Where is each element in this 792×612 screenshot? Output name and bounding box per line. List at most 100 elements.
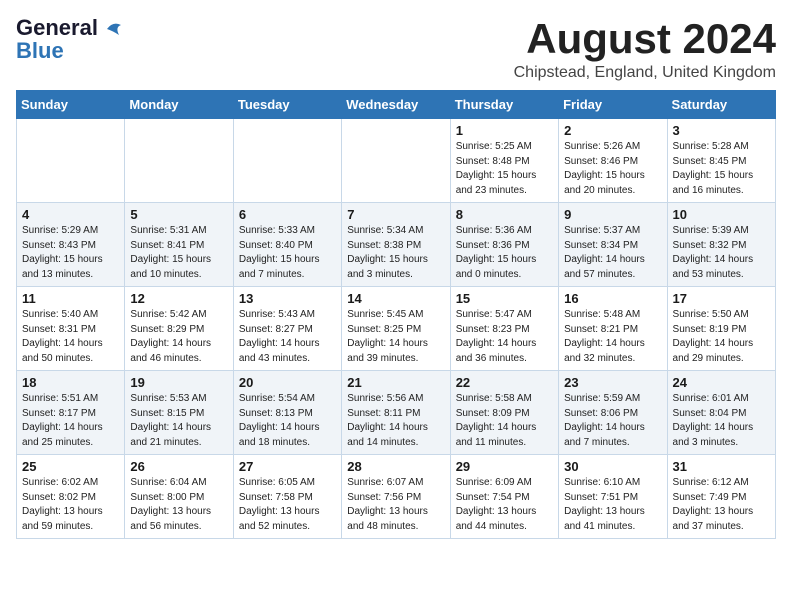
header-friday: Friday <box>559 91 667 119</box>
cell-line: Daylight: 13 hours <box>347 506 428 517</box>
logo-bird-icon <box>105 21 123 37</box>
cell-line: Sunrise: 5:43 AM <box>239 309 315 320</box>
cell-line: Sunset: 8:09 PM <box>456 408 530 419</box>
cell-line: Daylight: 14 hours <box>456 422 537 433</box>
cell-line: and 39 minutes. <box>347 353 418 364</box>
cell-line: Sunrise: 6:04 AM <box>130 477 206 488</box>
cell-content: Sunrise: 5:37 AMSunset: 8:34 PMDaylight:… <box>564 224 661 282</box>
cell-line: Sunset: 8:43 PM <box>22 240 96 251</box>
cell-line: and 3 minutes. <box>673 437 739 448</box>
cell-line: Sunrise: 5:34 AM <box>347 225 423 236</box>
header-saturday: Saturday <box>667 91 775 119</box>
calendar-cell <box>17 119 125 203</box>
day-number: 25 <box>22 459 119 474</box>
calendar-cell: 22 Sunrise: 5:58 AM Sunset: 8:09 PM Dayligh… <box>450 371 558 455</box>
cell-line: Sunrise: 5:39 AM <box>673 225 749 236</box>
calendar-cell: 14 Sunrise: 5:45 AMSunset: 8:25 PMDayligh… <box>342 287 450 371</box>
day-number: 27 <box>239 459 336 474</box>
cell-line: Daylight: 15 hours <box>130 254 211 265</box>
calendar-cell: 31Sunrise: 6:12 AMSunset: 7:49 PMDayligh… <box>667 455 775 539</box>
calendar-cell: 9 Sunrise: 5:37 AMSunset: 8:34 PMDaylight… <box>559 203 667 287</box>
day-number: 10 <box>673 207 770 222</box>
calendar-cell: 13 Sunrise: 5:43 AM Sunset: 8:27 PM Dayligh… <box>233 287 341 371</box>
cell-line: and 10 minutes. <box>130 269 201 280</box>
calendar-header: SundayMondayTuesdayWednesdayThursdayFrid… <box>17 91 776 119</box>
day-number: 1 <box>456 123 553 138</box>
cell-content: Sunrise: 5:50 AMSunset: 8:19 PMDaylight:… <box>673 308 770 366</box>
cell-line: Sunset: 7:56 PM <box>347 492 421 503</box>
cell-line: Daylight: 13 hours <box>22 506 103 517</box>
week-row-3: 11Sunrise: 5:40 AMSunset: 8:31 PMDayligh… <box>17 287 776 371</box>
cell-line: and 14 minutes. <box>347 437 418 448</box>
cell-line: Daylight: 14 hours <box>239 338 320 349</box>
cell-content: Sunrise: 6:07 AM Sunset: 7:56 PM Daylight:… <box>347 476 444 534</box>
cell-line: Sunset: 8:36 PM <box>456 240 530 251</box>
cell-content: Sunrise: 5:45 AMSunset: 8:25 PMDaylight:… <box>347 308 444 366</box>
calendar-cell <box>233 119 341 203</box>
calendar-cell: 2Sunrise: 5:26 AMSunset: 8:46 PMDaylight… <box>559 119 667 203</box>
cell-line: Sunrise: 5:51 AM <box>22 393 98 404</box>
calendar-cell: 25Sunrise: 6:02 AMSunset: 8:02 PMDayligh… <box>17 455 125 539</box>
day-number: 14 <box>347 291 444 306</box>
header-monday: Monday <box>125 91 233 119</box>
day-number: 29 <box>456 459 553 474</box>
cell-line: Sunset: 8:34 PM <box>564 240 638 251</box>
cell-line: Daylight: 15 hours <box>456 254 537 265</box>
cell-line: Sunset: 8:31 PM <box>22 324 96 335</box>
day-number: 22 <box>456 375 553 390</box>
cell-line: Sunrise: 5:33 AM <box>239 225 315 236</box>
day-number: 31 <box>673 459 770 474</box>
cell-line: Sunrise: 6:12 AM <box>673 477 749 488</box>
cell-line: and 46 minutes. <box>130 353 201 364</box>
day-number: 9 <box>564 207 661 222</box>
cell-content: Sunrise: 5:39 AMSunset: 8:32 PMDaylight:… <box>673 224 770 282</box>
day-number: 28 <box>347 459 444 474</box>
cell-line: and 56 minutes. <box>130 521 201 532</box>
week-row-2: 4Sunrise: 5:29 AMSunset: 8:43 PMDaylight… <box>17 203 776 287</box>
cell-line: Daylight: 14 hours <box>564 422 645 433</box>
cell-line: Sunrise: 5:31 AM <box>130 225 206 236</box>
cell-line: and 13 minutes. <box>22 269 93 280</box>
calendar-cell: 17Sunrise: 5:50 AMSunset: 8:19 PMDayligh… <box>667 287 775 371</box>
cell-line: Daylight: 14 hours <box>673 254 754 265</box>
cell-line: Sunset: 8:21 PM <box>564 324 638 335</box>
calendar-cell: 4Sunrise: 5:29 AMSunset: 8:43 PMDaylight… <box>17 203 125 287</box>
cell-content: Sunrise: 5:59 AMSunset: 8:06 PMDaylight:… <box>564 392 661 450</box>
cell-line: Sunrise: 5:58 AM <box>456 393 532 404</box>
cell-line: Daylight: 14 hours <box>564 254 645 265</box>
cell-content: Sunrise: 5:58 AM Sunset: 8:09 PM Daylight:… <box>456 392 553 450</box>
calendar-cell: 3Sunrise: 5:28 AMSunset: 8:45 PMDaylight… <box>667 119 775 203</box>
cell-line: Daylight: 13 hours <box>130 506 211 517</box>
cell-line: and 48 minutes. <box>347 521 418 532</box>
calendar-cell: 15Sunrise: 5:47 AMSunset: 8:23 PMDayligh… <box>450 287 558 371</box>
cell-line: and 16 minutes. <box>673 185 744 196</box>
day-number: 13 <box>239 291 336 306</box>
calendar-cell <box>342 119 450 203</box>
cell-line: Sunset: 7:51 PM <box>564 492 638 503</box>
cell-line: Daylight: 13 hours <box>564 506 645 517</box>
cell-line: Daylight: 14 hours <box>456 338 537 349</box>
cell-content: Sunrise: 5:53 AMSunset: 8:15 PMDaylight:… <box>130 392 227 450</box>
cell-line: Sunrise: 5:40 AM <box>22 309 98 320</box>
cell-line: and 23 minutes. <box>456 185 527 196</box>
day-number: 6 <box>239 207 336 222</box>
cell-line: and 20 minutes. <box>564 185 635 196</box>
cell-line: Sunset: 7:54 PM <box>456 492 530 503</box>
header-tuesday: Tuesday <box>233 91 341 119</box>
calendar-cell: 26Sunrise: 6:04 AMSunset: 8:00 PMDayligh… <box>125 455 233 539</box>
cell-line: Daylight: 14 hours <box>22 338 103 349</box>
day-number: 8 <box>456 207 553 222</box>
page-header: General Blue August 2024 Chipstead, Engl… <box>16 16 776 82</box>
day-number: 24 <box>673 375 770 390</box>
cell-content: Sunrise: 5:36 AMSunset: 8:36 PMDaylight:… <box>456 224 553 282</box>
cell-line: and 18 minutes. <box>239 437 310 448</box>
day-number: 30 <box>564 459 661 474</box>
cell-content: Sunrise: 5:43 AM Sunset: 8:27 PM Daylight:… <box>239 308 336 366</box>
cell-line: Sunrise: 6:07 AM <box>347 477 423 488</box>
cell-line: Sunset: 8:27 PM <box>239 324 313 335</box>
day-number: 16 <box>564 291 661 306</box>
cell-line: Daylight: 14 hours <box>239 422 320 433</box>
cell-line: Daylight: 14 hours <box>347 338 428 349</box>
cell-line: Sunrise: 5:26 AM <box>564 141 640 152</box>
cell-line: Sunset: 8:29 PM <box>130 324 204 335</box>
